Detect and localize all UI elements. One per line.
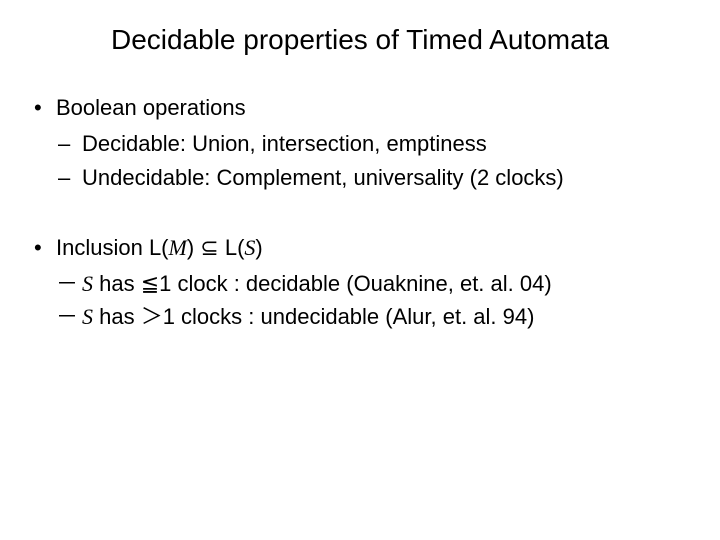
bullet-text-pre: Inclusion L( [56, 235, 169, 260]
bullet-inclusion: Inclusion L(M) ⊆ L(S) [32, 232, 690, 264]
subbullet-undecidable: Undecidable: Complement, universality (2… [56, 162, 690, 194]
var-m: M [169, 235, 187, 260]
bullet-text: Boolean operations [56, 95, 246, 120]
subbullet-text: Undecidable: Complement, universality (2… [82, 165, 564, 190]
subbullet-text: has ≦1 clock : decidable (Ouaknine, et. … [93, 271, 552, 296]
subbullet-text: Decidable: Union, intersection, emptines… [82, 131, 487, 156]
var-s: S [244, 235, 255, 260]
slide-title: Decidable properties of Timed Automata [30, 24, 690, 56]
bullet-text-post: ) [255, 235, 262, 260]
bullet-text-mid: ) ⊆ L( [187, 235, 245, 260]
subbullet-gt1-clock: S has ＞1 clocks : undecidable (Alur, et.… [56, 301, 690, 333]
subbullet-text: has ＞1 clocks : undecidable (Alur, et. a… [93, 304, 534, 329]
bullet-boolean-ops: Boolean operations [32, 92, 690, 124]
var-s: S [82, 271, 93, 296]
bullet-list: Boolean operations Decidable: Union, int… [30, 92, 690, 333]
slide: Decidable properties of Timed Automata B… [0, 0, 720, 540]
spacer [30, 196, 690, 222]
subbullet-decidable: Decidable: Union, intersection, emptines… [56, 128, 690, 160]
var-s: S [82, 304, 93, 329]
subbullet-leq1-clock: S has ≦1 clock : decidable (Ouaknine, et… [56, 268, 690, 300]
